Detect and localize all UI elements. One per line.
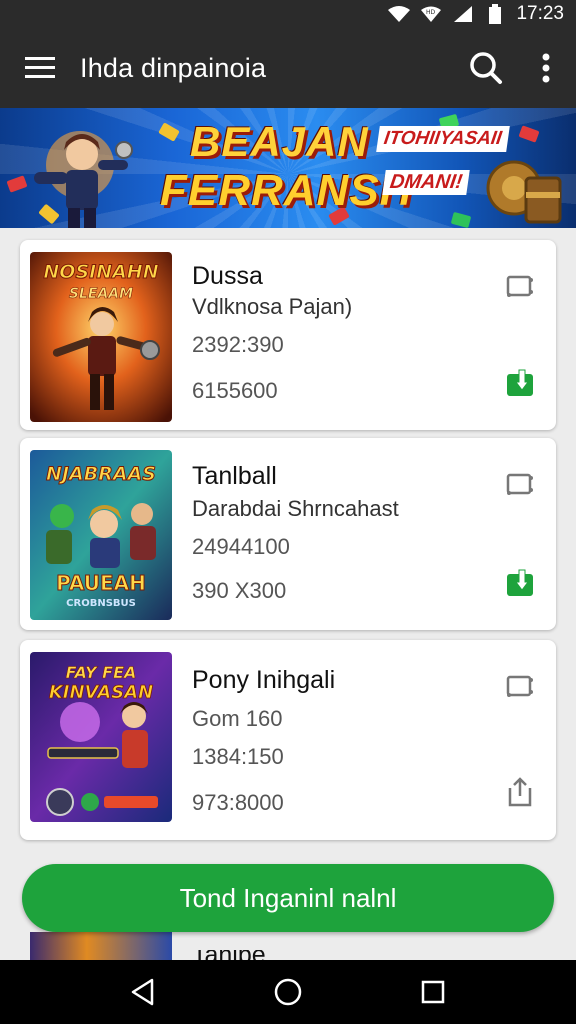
treasure-coins-illustration xyxy=(486,160,562,224)
back-triangle-icon[interactable] xyxy=(113,962,173,1022)
game-stat-secondary: 973:8000 xyxy=(192,790,284,815)
banner-hero-illustration xyxy=(34,131,133,228)
game-title: Dussa xyxy=(192,262,263,290)
recents-square-icon[interactable] xyxy=(403,962,463,1022)
cast-icon[interactable] xyxy=(504,270,536,302)
more-vert-icon[interactable] xyxy=(516,28,576,108)
banner-title-line2: FERRANSH xyxy=(160,166,413,215)
cast-icon[interactable] xyxy=(504,670,536,702)
app-bar: Ihda dinpainoia xyxy=(0,28,576,108)
cell-signal-icon xyxy=(452,5,474,23)
banner-title-line1: BEAJAN xyxy=(190,118,369,165)
primary-action-button[interactable]: Tond Inganinl nalnl xyxy=(22,864,554,932)
game-stat-primary: 2392:390 xyxy=(192,332,284,357)
game-stat-primary: 24944100 xyxy=(192,534,290,559)
game-thumbnail[interactable]: NOSINAHN SLEAAM xyxy=(30,252,172,422)
app-title: Ihda dinpainoia xyxy=(80,52,267,83)
game-card[interactable]: NJABRAAS PAUEAH CROBNSBUS Tanlball Darab… xyxy=(20,438,556,630)
share-icon[interactable] xyxy=(504,776,536,808)
game-subtitle: Darabdai Shrncahast xyxy=(192,496,399,521)
cast-icon[interactable] xyxy=(504,468,536,500)
thumbnail-title: NJABRAAS xyxy=(46,463,156,485)
thumbnail-subtitle: SLEAAM xyxy=(69,286,133,302)
home-circle-icon[interactable] xyxy=(258,962,318,1022)
thumbnail-subtitle: PAUEAH xyxy=(56,571,146,595)
status-bar: HD 17:23 xyxy=(0,0,576,28)
game-card[interactable]: FAY FEA KINVASAN Pony Inihgali Gom 160 1… xyxy=(20,640,556,840)
game-subtitle: Vdlknosa Pajan) xyxy=(192,294,353,319)
game-title: Pony Inihgali xyxy=(192,666,336,694)
game-card[interactable]: NOSINAHN SLEAAM Dussa Vdlknosa Pajan) 23… xyxy=(20,240,556,430)
game-thumbnail-peek[interactable] xyxy=(30,932,172,960)
thumbnail-subtitle: KINVASAN xyxy=(49,682,153,703)
thumbnail-caption: CROBNSBUS xyxy=(66,598,136,609)
game-stat-secondary: 6155600 xyxy=(192,378,278,403)
thumbnail-title: FAY FEA xyxy=(66,663,137,682)
game-stat-primary: 1384:150 xyxy=(192,744,284,769)
game-thumbnail[interactable]: NJABRAAS PAUEAH CROBNSBUS xyxy=(30,450,172,620)
game-title-peek: Tanlbe xyxy=(192,950,266,960)
system-nav-bar xyxy=(0,960,576,1024)
banner-tag-bottom: DMANI! xyxy=(382,170,470,195)
wifi-icon xyxy=(388,5,411,23)
promo-banner[interactable]: BEAJAN FERRANSH ITOHIIYASAII DMANI! xyxy=(0,108,576,228)
game-title: Tanlball xyxy=(192,462,277,490)
search-icon[interactable] xyxy=(456,28,516,108)
svg-text:HD: HD xyxy=(426,9,436,16)
battery-icon xyxy=(484,4,506,24)
thumbnail-title: NOSINAHN xyxy=(43,261,158,283)
download-icon[interactable] xyxy=(504,566,536,598)
hamburger-menu-icon[interactable] xyxy=(0,28,80,108)
game-stat-secondary: 390 X300 xyxy=(192,578,287,603)
download-icon[interactable] xyxy=(504,366,536,398)
hd-signal-icon: HD xyxy=(420,5,442,23)
status-time: 17:23 xyxy=(516,3,564,24)
game-subtitle: Gom 160 xyxy=(192,706,283,731)
game-thumbnail[interactable]: FAY FEA KINVASAN xyxy=(30,652,172,822)
